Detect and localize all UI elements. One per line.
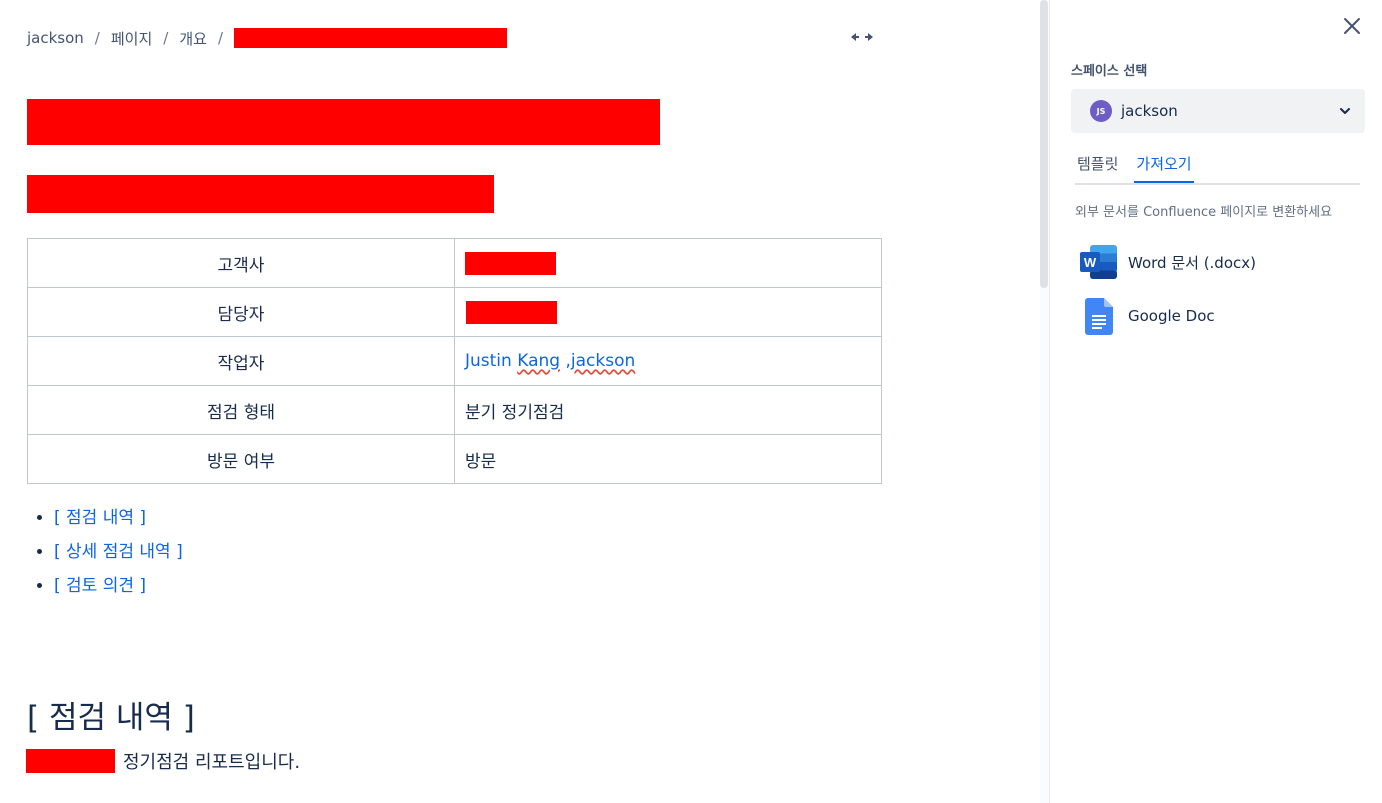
expand-width-icon (851, 33, 873, 41)
table-row: 점검 형태 분기 정기점검 (27, 385, 882, 435)
table-row: 담당자 (27, 287, 882, 337)
worker-space-name: jackson (570, 351, 636, 371)
tab-import[interactable]: 가져오기 (1134, 151, 1194, 183)
page-title-redacted (27, 99, 660, 145)
toc-link-inspection[interactable]: [ 점검 내역 ] (54, 508, 146, 528)
table-row: 작업자 Justin Kang ,jackson (27, 336, 882, 386)
table-cell-value: 방문 (454, 434, 882, 484)
breadcrumb-separator: / (163, 29, 169, 47)
space-avatar: JS (1090, 100, 1112, 122)
import-google-doc-label: Google Doc (1128, 307, 1215, 325)
breadcrumb: jackson / 페이지 / 개요 / (27, 26, 507, 50)
chevron-down-icon (1340, 108, 1350, 114)
section-heading: [ 점검 내역 ] (27, 700, 195, 736)
table-of-contents: [ 점검 내역 ] [ 상세 점검 내역 ] [ 검토 의견 ] (27, 502, 183, 604)
space-select-value: jackson (1121, 102, 1178, 120)
breadcrumb-separator: / (217, 29, 223, 47)
worker-first-name: Justin (465, 351, 518, 371)
breadcrumb-item-pages[interactable]: 페이지 (111, 28, 152, 49)
report-customer-redacted (26, 749, 115, 773)
table-cell-label: 점검 형태 (27, 385, 455, 435)
import-google-doc-option[interactable]: Google Doc (1080, 296, 1215, 336)
worker-mention-link[interactable]: Justin Kang ,jackson (465, 351, 635, 371)
space-select-dropdown[interactable]: JS jackson (1071, 89, 1365, 133)
import-word-label: Word 문서 (.docx) (1128, 253, 1256, 272)
scrollbar-thumb[interactable] (1040, 0, 1048, 288)
tab-templates[interactable]: 템플릿 (1075, 151, 1120, 181)
import-word-option[interactable]: W Word 문서 (.docx) (1080, 242, 1256, 282)
worker-separator: , (560, 351, 571, 371)
page-subtitle-redacted (27, 175, 494, 213)
toc-item: [ 검토 의견 ] (54, 570, 183, 604)
info-table: 고객사 담당자 작업자 Justin Kang ,jackson 점검 형태 분… (27, 238, 882, 484)
breadcrumb-separator: / (94, 29, 100, 47)
table-cell-label: 담당자 (27, 287, 455, 337)
import-panel: 스페이스 선택 JS jackson 템플릿 가져오기 외부 문서를 Confl… (1049, 0, 1382, 803)
breadcrumb-item-overview[interactable]: 개요 (179, 28, 207, 49)
manager-redacted (466, 300, 557, 324)
space-select-label: 스페이스 선택 (1071, 64, 1148, 79)
toc-link-review[interactable]: [ 검토 의견 ] (54, 576, 146, 596)
full-width-toggle[interactable] (849, 27, 875, 47)
table-row: 방문 여부 방문 (27, 434, 882, 484)
close-icon (1344, 18, 1360, 34)
panel-tabs: 템플릿 가져오기 (1075, 151, 1360, 185)
google-doc-icon (1080, 297, 1117, 335)
table-cell-label: 고객사 (27, 238, 455, 288)
table-cell-value: 분기 정기점검 (454, 385, 882, 435)
table-cell-value (454, 238, 882, 288)
word-icon: W (1080, 244, 1117, 281)
customer-redacted (465, 251, 556, 275)
breadcrumb-item-space[interactable]: jackson (27, 29, 84, 47)
breadcrumb-item-redacted[interactable] (234, 28, 507, 48)
toc-link-detail-inspection[interactable]: [ 상세 점검 내역 ] (54, 542, 183, 562)
table-cell-value: Justin Kang ,jackson (454, 336, 882, 386)
import-description: 외부 문서를 Confluence 페이지로 변환하세요 (1075, 205, 1333, 220)
report-paragraph: 정기점검 리포트입니다. (26, 748, 300, 774)
close-panel-button[interactable] (1340, 14, 1364, 38)
page-content: jackson / 페이지 / 개요 / 고객사 담당자 작업자 Justin … (0, 0, 1040, 803)
toc-item: [ 점검 내역 ] (54, 502, 183, 536)
table-cell-label: 작업자 (27, 336, 455, 386)
toc-item: [ 상세 점검 내역 ] (54, 536, 183, 570)
table-row: 고객사 (27, 238, 882, 288)
word-icon-letter: W (1084, 255, 1097, 270)
report-text: 정기점검 리포트입니다. (123, 752, 301, 773)
table-cell-label: 방문 여부 (27, 434, 455, 484)
worker-last-name: Kang (517, 351, 561, 371)
table-cell-value (454, 287, 882, 337)
